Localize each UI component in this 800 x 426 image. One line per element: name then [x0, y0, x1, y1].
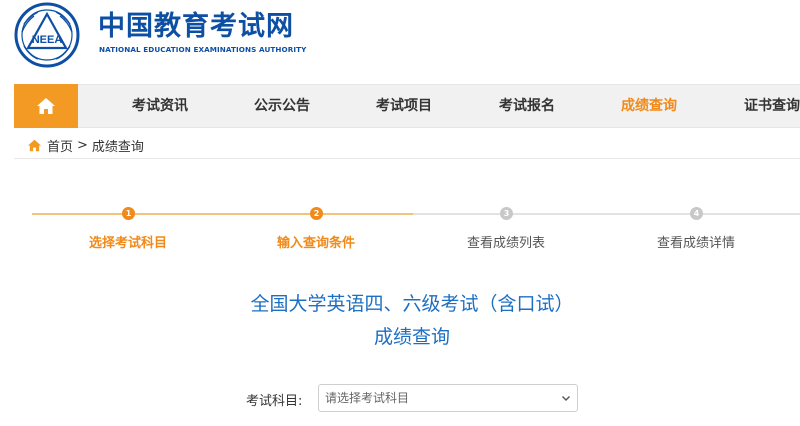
steps-progress-todo [413, 213, 800, 215]
site-title[interactable]: 中国教育考试网 [98, 10, 294, 44]
step-1-dot: 1 [122, 207, 135, 220]
breadcrumb-current: 成绩查询 [91, 139, 144, 155]
breadcrumb-divider [14, 158, 800, 159]
nav-item-announcements[interactable]: 公示公告 [254, 85, 310, 127]
step-1-label: 选择考试科目 [88, 236, 168, 251]
step-4-label: 查看成绩详情 [656, 236, 736, 251]
breadcrumb-home-link[interactable]: 首页 [47, 136, 73, 155]
subject-select[interactable]: 请选择考试科目 [318, 384, 578, 412]
step-2-label: 输入查询条件 [276, 236, 356, 251]
nav-item-registration[interactable]: 考试报名 [499, 85, 555, 127]
step-4-dot: 4 [690, 207, 703, 220]
step-3-dot: 3 [500, 207, 513, 220]
steps-progress-done [32, 213, 413, 215]
subject-select-placeholder: 请选择考试科目 [325, 391, 410, 405]
neea-logo-icon[interactable]: NEEA [14, 2, 80, 68]
home-icon [37, 98, 55, 114]
exam-title: 全国大学英语四、六级考试（含口试） [250, 293, 574, 315]
svg-text:NEEA: NEEA [32, 34, 63, 46]
nav-item-news[interactable]: 考试资讯 [132, 85, 188, 127]
subject-label: 考试科目: [246, 394, 303, 409]
site-subtitle: NATIONAL EDUCATION EXAMINATIONS AUTHORIT… [99, 45, 307, 54]
chevron-down-icon [562, 396, 570, 401]
nav-item-exam-programs[interactable]: 考试项目 [376, 85, 432, 127]
main-nav: 考试资讯 公示公告 考试项目 考试报名 成绩查询 证书查询 [14, 84, 800, 128]
breadcrumb-separator: > [77, 137, 88, 153]
nav-item-score-query[interactable]: 成绩查询 [621, 85, 677, 127]
exam-subtitle: 成绩查询 [373, 326, 450, 348]
step-3-label: 查看成绩列表 [466, 236, 546, 251]
nav-item-certificate-query[interactable]: 证书查询 [744, 85, 800, 127]
breadcrumb: 首页 > 成绩查询 [27, 134, 144, 156]
nav-home-button[interactable] [14, 84, 78, 128]
site-header: NEEA 中国教育考试网 NATIONAL EDUCATION EXAMINAT… [0, 0, 800, 84]
home-icon [28, 139, 41, 151]
step-2-dot: 2 [310, 207, 323, 220]
